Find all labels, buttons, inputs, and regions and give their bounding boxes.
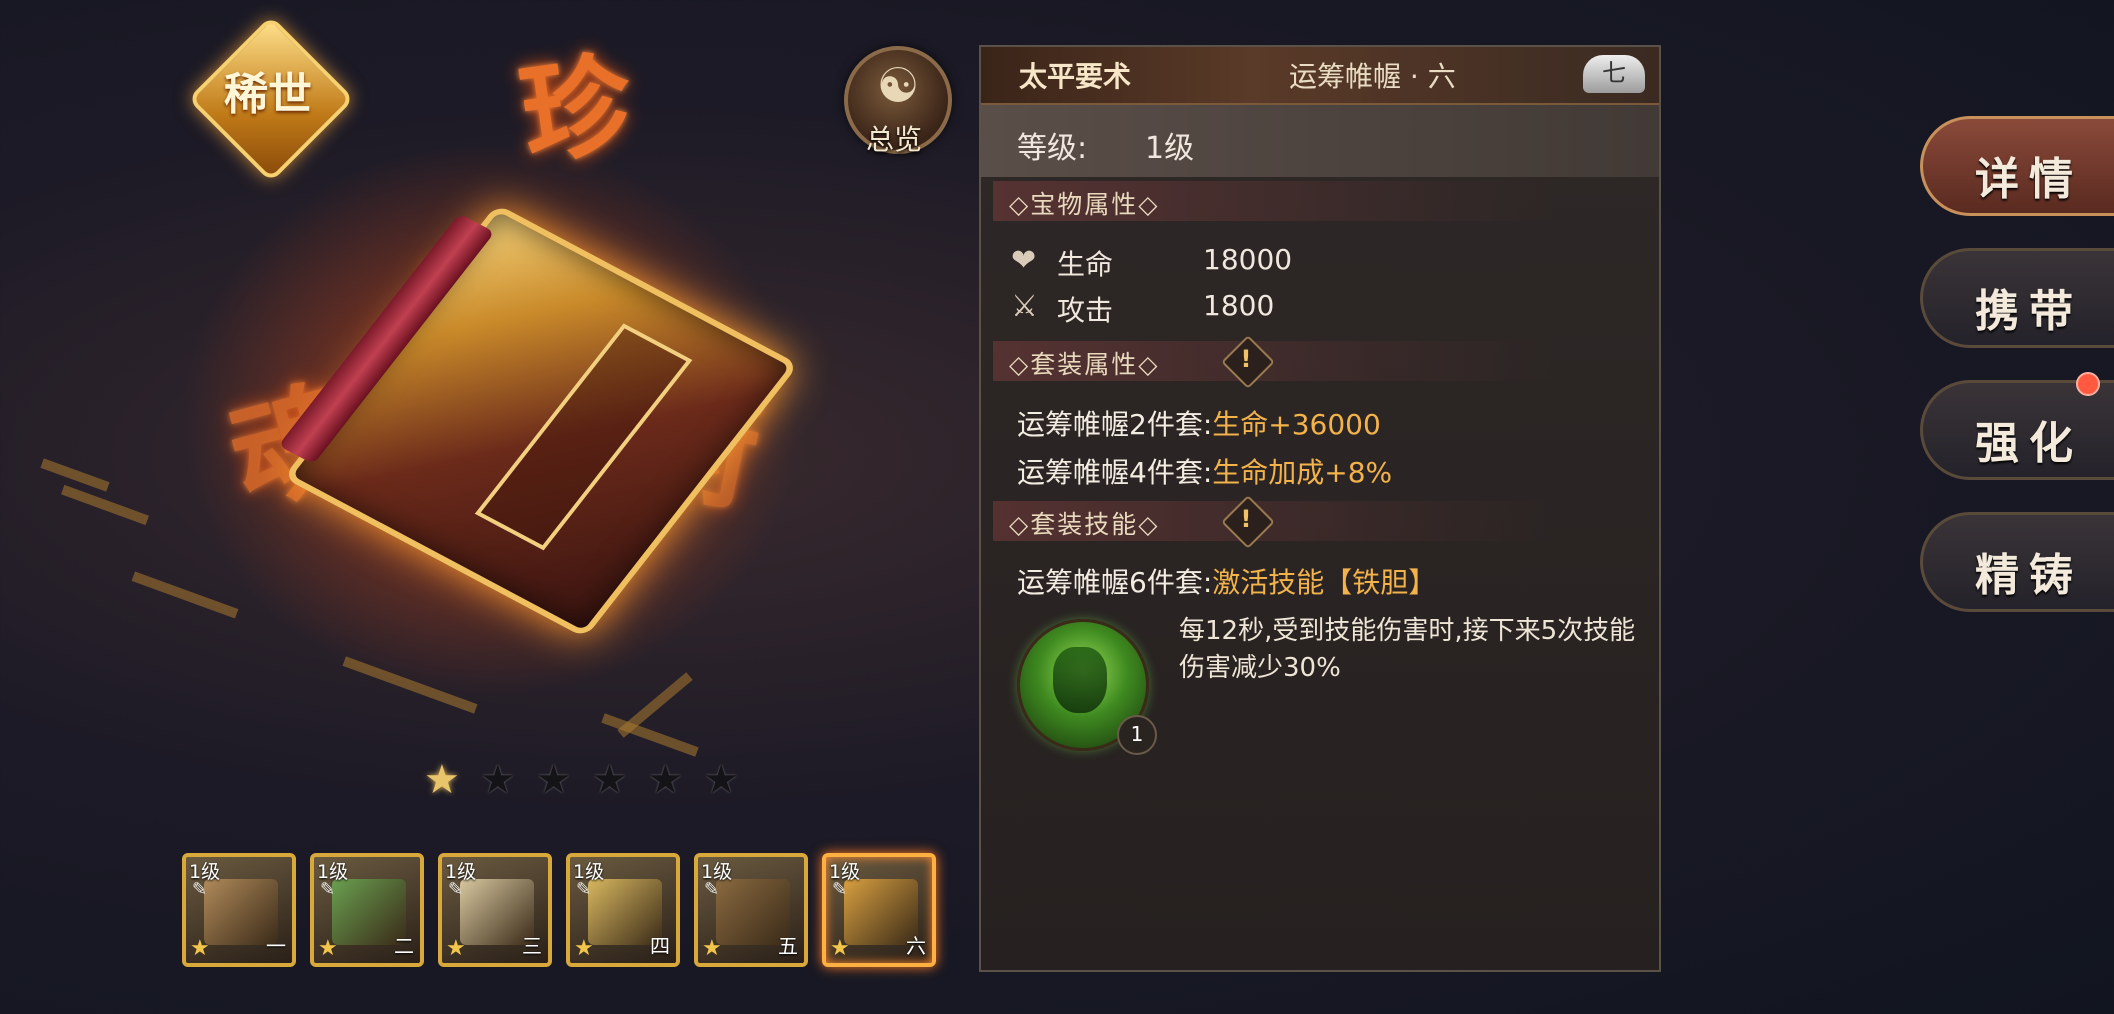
set-name: 运筹帷幄 · 六 [1289, 60, 1456, 93]
skill-set-name: 运筹帷幄6件套: [1017, 566, 1213, 599]
stat-value-hp: 18000 [1203, 243, 1293, 276]
section-title: ◇套装属性◇ [1009, 350, 1160, 379]
treasure-slot[interactable]: 1级 ✎ ★ 六 [822, 853, 936, 967]
treasure-slot[interactable]: 1级 ✎ ★ 三 [438, 853, 552, 967]
item-name: 太平要术 [1019, 60, 1132, 93]
tab-label: 精铸 [1975, 550, 2083, 601]
stat-value-attack: 1800 [1203, 289, 1275, 322]
yin-yang-icon: ☯ [876, 58, 920, 114]
tab-refine[interactable]: 精铸 [1920, 512, 2114, 612]
trigram-mark [131, 571, 239, 619]
skill-description: 每12秒,受到技能伤害时,接下来5次技能伤害减少30% [1179, 616, 1636, 683]
level-label: 等级: [1017, 131, 1088, 166]
brush-icon: ✎ [192, 879, 208, 900]
slot-number: 一 [266, 934, 286, 958]
star-icon: ★ [574, 936, 594, 961]
heart-icon: ❤ [1011, 243, 1037, 278]
treasure-slot[interactable]: 1级 ✎ ★ 二 [310, 853, 424, 967]
brush-icon: ✎ [448, 879, 464, 900]
star-icon: ★ [830, 936, 850, 961]
slot-number: 三 [522, 934, 542, 958]
slot-number: 四 [650, 934, 670, 958]
tab-label: 强化 [1975, 418, 2083, 469]
set-bonus-value: 生命+36000 [1212, 408, 1381, 441]
skill-effect: 激活技能【铁胆】 [1212, 566, 1437, 599]
treasure-slot[interactable]: 1级 ✎ ★ 五 [694, 853, 808, 967]
slot-number: 二 [394, 934, 414, 958]
tab-label: 详情 [1975, 154, 2083, 205]
set-bonus-name: 运筹帷幄4件套: [1017, 456, 1213, 489]
tab-details[interactable]: 详情 [1920, 116, 2114, 216]
tab-label: 携带 [1975, 286, 2083, 337]
book-title-plate [474, 323, 693, 551]
treasure-slot[interactable]: 1级 ✎ ★ 一 [182, 853, 296, 967]
star-filled-icon: ★ [424, 757, 460, 803]
set-bonus-name: 运筹帷幄2件套: [1017, 408, 1213, 441]
brush-icon: ✎ [320, 879, 336, 900]
detail-panel: 太平要术 运筹帷幄 · 六 七 等级: 1级 ◇宝物属性◇ ❤ 生命 18000… [979, 45, 1661, 972]
sword-icon: ⚔ [1011, 289, 1038, 324]
section-title: ◇宝物属性◇ [1009, 190, 1160, 219]
section-title: ◇套装技能◇ [1009, 510, 1160, 539]
treasure-slot-bar: 1级 ✎ ★ 一 1级 ✎ ★ 二 1级 ✎ ★ 三 1级 ✎ ★ 四 1级 ✎ ★ 五 1级 ✎ ★ 六 [182, 853, 936, 967]
set-bonus-line: 运筹帷幄2件套:生命+36000 [1017, 403, 1381, 443]
tab-carry[interactable]: 携带 [1920, 248, 2114, 348]
star-empty-icon: ★ [647, 757, 684, 803]
level-row: 等级: 1级 [981, 105, 1659, 177]
flame-glyph: 珍 [512, 37, 640, 181]
treasure-attr-header: ◇宝物属性◇ [993, 181, 1553, 221]
brush-icon: ✎ [704, 879, 720, 900]
trigram-mark [601, 713, 699, 757]
star-icon: ★ [446, 936, 466, 961]
brush-icon: ✎ [576, 879, 592, 900]
star-icon: ★ [190, 936, 210, 961]
warning-icon: ! [1240, 345, 1252, 373]
level-value: 1级 [1145, 131, 1195, 166]
star-empty-icon: ★ [479, 757, 516, 803]
set-bonus-line: 运筹帷幄4件套:生命加成+8% [1017, 451, 1392, 491]
notification-dot [2076, 372, 2100, 396]
star-rating: ★ ★ ★ ★ ★ ★ [424, 760, 739, 800]
slot-number: 五 [778, 934, 798, 958]
slot-number: 六 [906, 934, 926, 958]
brush-icon: ✎ [832, 879, 848, 900]
overview-label[interactable]: 总览 [844, 118, 944, 158]
star-empty-icon: ★ [703, 757, 740, 803]
panel-title-bar: 太平要术 运筹帷幄 · 六 七 [981, 47, 1659, 105]
star-empty-icon: ★ [591, 757, 628, 803]
star-icon: ★ [318, 936, 338, 961]
warning-icon: ! [1240, 505, 1252, 533]
skill-level-badge: 1 [1117, 715, 1157, 755]
skill-portrait [1053, 647, 1107, 713]
trigram-mark [40, 458, 110, 492]
set-bonus-value: 生命加成+8% [1212, 456, 1393, 489]
rarity-label: 稀世 [224, 69, 312, 120]
stat-label-hp: 生命 [1057, 248, 1114, 281]
seal-icon: 七 [1583, 55, 1645, 93]
star-empty-icon: ★ [535, 757, 572, 803]
star-icon: ★ [702, 936, 722, 961]
stat-label-attack: 攻击 [1057, 294, 1114, 327]
skill-line: 运筹帷幄6件套:激活技能【铁胆】 [1017, 561, 1436, 601]
treasure-slot[interactable]: 1级 ✎ ★ 四 [566, 853, 680, 967]
